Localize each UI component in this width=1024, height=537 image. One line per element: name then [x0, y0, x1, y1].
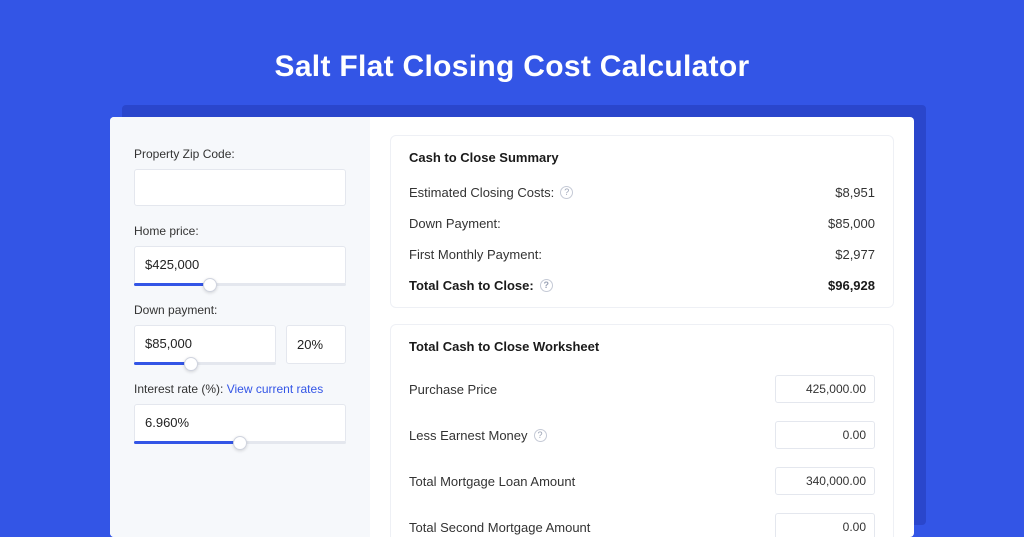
worksheet-rows: Purchase Price Less Earnest Money? Total M…	[409, 366, 875, 537]
worksheet-row-input[interactable]	[775, 513, 875, 537]
inputs-column: Property Zip Code: Home price: Down paym…	[110, 117, 370, 537]
summary-row-value: $8,951	[835, 185, 875, 200]
worksheet-row-label-text: Total Second Mortgage Amount	[409, 520, 590, 535]
summary-row-value: $2,977	[835, 247, 875, 262]
help-icon[interactable]: ?	[534, 429, 547, 442]
view-rates-link[interactable]: View current rates	[227, 382, 324, 396]
interest-label: Interest rate (%): View current rates	[134, 382, 346, 396]
worksheet-row-label-text: Total Mortgage Loan Amount	[409, 474, 575, 489]
zip-label: Property Zip Code:	[134, 147, 346, 161]
interest-label-text: Interest rate (%):	[134, 382, 227, 396]
worksheet-row: Purchase Price	[409, 366, 875, 412]
slider-fill	[134, 441, 240, 444]
help-icon[interactable]: ?	[560, 186, 573, 199]
down-payment-slider[interactable]	[134, 325, 276, 364]
summary-row-label-text: Total Cash to Close:	[409, 278, 534, 293]
worksheet-panel: Total Cash to Close Worksheet Purchase P…	[390, 324, 894, 537]
worksheet-row-label: Purchase Price	[409, 382, 497, 397]
worksheet-row-label: Total Second Mortgage Amount	[409, 520, 590, 535]
interest-field-group: Interest rate (%): View current rates	[134, 382, 346, 443]
summary-row-label: Down Payment:	[409, 216, 501, 231]
summary-row-label-text: First Monthly Payment:	[409, 247, 542, 262]
summary-row-label-text: Estimated Closing Costs:	[409, 185, 554, 200]
summary-row-label-text: Down Payment:	[409, 216, 501, 231]
slider-thumb[interactable]	[203, 278, 217, 292]
down-payment-label: Down payment:	[134, 303, 346, 317]
worksheet-title: Total Cash to Close Worksheet	[409, 339, 875, 354]
summary-title: Cash to Close Summary	[409, 150, 875, 165]
summary-row: Down Payment: $85,000	[409, 208, 875, 239]
worksheet-row-label-text: Purchase Price	[409, 382, 497, 397]
summary-row: First Monthly Payment: $2,977	[409, 239, 875, 270]
calculator-card: Property Zip Code: Home price: Down paym…	[110, 117, 914, 537]
summary-row: Estimated Closing Costs:? $8,951	[409, 177, 875, 208]
summary-rows: Estimated Closing Costs:? $8,951 Down Paym…	[409, 177, 875, 301]
results-column: Cash to Close Summary Estimated Closing …	[370, 117, 914, 537]
help-icon[interactable]: ?	[540, 279, 553, 292]
home-price-slider[interactable]	[134, 246, 346, 285]
summary-row-label: First Monthly Payment:	[409, 247, 542, 262]
down-payment-field-group: Down payment:	[134, 303, 346, 364]
slider-thumb[interactable]	[184, 357, 198, 371]
calculator-stage: Property Zip Code: Home price: Down paym…	[110, 105, 914, 525]
summary-row: Total Cash to Close:? $96,928	[409, 270, 875, 301]
summary-panel: Cash to Close Summary Estimated Closing …	[390, 135, 894, 308]
slider-fill	[134, 362, 191, 365]
page-title: Salt Flat Closing Cost Calculator	[0, 50, 1024, 84]
worksheet-row: Total Mortgage Loan Amount	[409, 458, 875, 504]
summary-row-value: $96,928	[828, 278, 875, 293]
worksheet-row: Less Earnest Money?	[409, 412, 875, 458]
down-payment-pct-input[interactable]	[286, 325, 346, 364]
worksheet-row-label: Total Mortgage Loan Amount	[409, 474, 575, 489]
summary-row-value: $85,000	[828, 216, 875, 231]
summary-row-label: Total Cash to Close:?	[409, 278, 553, 293]
worksheet-row-label: Less Earnest Money?	[409, 428, 547, 443]
home-price-field-group: Home price:	[134, 224, 346, 285]
down-payment-input[interactable]	[134, 325, 276, 364]
hero: Salt Flat Closing Cost Calculator	[0, 0, 1024, 84]
home-price-input[interactable]	[134, 246, 346, 285]
worksheet-row-input[interactable]	[775, 421, 875, 449]
zip-field-group: Property Zip Code:	[134, 147, 346, 206]
slider-thumb[interactable]	[233, 436, 247, 450]
worksheet-row-label-text: Less Earnest Money	[409, 428, 528, 443]
home-price-label: Home price:	[134, 224, 346, 238]
interest-slider[interactable]	[134, 404, 346, 443]
worksheet-row-input[interactable]	[775, 375, 875, 403]
zip-input[interactable]	[134, 169, 346, 206]
worksheet-row-input[interactable]	[775, 467, 875, 495]
slider-fill	[134, 283, 210, 286]
summary-row-label: Estimated Closing Costs:?	[409, 185, 573, 200]
worksheet-row: Total Second Mortgage Amount	[409, 504, 875, 537]
